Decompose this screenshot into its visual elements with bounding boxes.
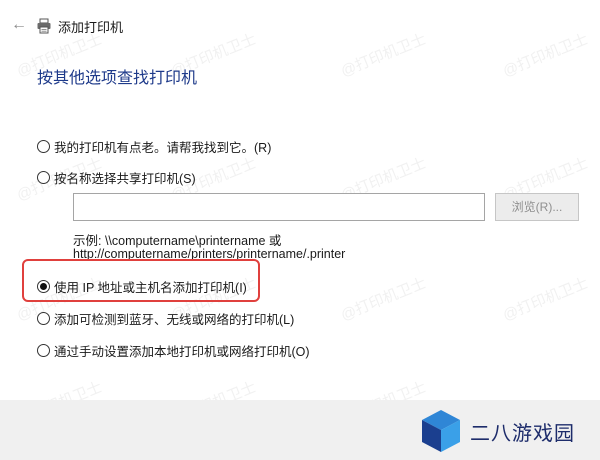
option-shared-printer[interactable]: 按名称选择共享打印机(S)	[37, 168, 196, 187]
page-heading: 按其他选项查找打印机	[37, 70, 198, 87]
option-label: 按名称选择共享打印机(S)	[54, 172, 196, 186]
window-title: 添加打印机	[58, 20, 124, 35]
option-manual-local[interactable]: 通过手动设置添加本地打印机或网络打印机(O)	[37, 341, 310, 360]
brand-logo: 二八游戏园	[420, 408, 575, 454]
back-button[interactable]: ←	[8, 14, 30, 36]
radio-button[interactable]	[37, 171, 50, 184]
brand-name: 二八游戏园	[470, 422, 575, 445]
shared-printer-name-input[interactable]	[73, 193, 485, 221]
option-label: 我的打印机有点老。请帮我找到它。(R)	[54, 141, 272, 155]
browse-button[interactable]: 浏览(R)...	[495, 193, 579, 221]
option-old-printer[interactable]: 我的打印机有点老。请帮我找到它。(R)	[37, 137, 271, 156]
watermark: @打印机卫士	[338, 274, 429, 325]
option-label: 使用 IP 地址或主机名添加打印机(I)	[54, 281, 247, 295]
printer-icon	[37, 18, 51, 34]
radio-button[interactable]	[37, 344, 50, 357]
radio-button[interactable]	[37, 140, 50, 153]
option-ip-hostname[interactable]: 使用 IP 地址或主机名添加打印机(I)	[37, 277, 247, 296]
watermark: @打印机卫士	[500, 274, 591, 325]
option-label: 添加可检测到蓝牙、无线或网络的打印机(L)	[54, 313, 295, 327]
cube-logo-icon	[422, 410, 460, 452]
option-bluetooth-wireless[interactable]: 添加可检测到蓝牙、无线或网络的打印机(L)	[37, 309, 294, 328]
title-bar: ← 添加打印机	[0, 0, 600, 48]
radio-button[interactable]	[37, 280, 50, 293]
option-label: 通过手动设置添加本地打印机或网络打印机(O)	[54, 345, 310, 359]
radio-button[interactable]	[37, 312, 50, 325]
